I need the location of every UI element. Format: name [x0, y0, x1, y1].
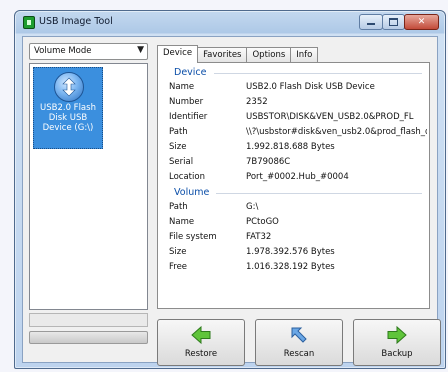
row-label: Identifier — [169, 112, 208, 122]
backup-button[interactable]: Backup — [353, 319, 441, 366]
tab-favorites[interactable]: Favorites — [197, 47, 248, 63]
row-value: USB2.0 Flash Disk USB Device — [246, 82, 375, 92]
device-list-item[interactable]: USB2.0 Flash Disk USB Device (G:\) — [33, 67, 103, 149]
device-list[interactable]: USB2.0 Flash Disk USB Device (G:\) — [29, 63, 148, 310]
mode-select[interactable]: Volume Mode ▼ — [29, 43, 148, 60]
volume-row-name: Name PCtoGO — [169, 217, 427, 229]
tab-device[interactable]: Device — [157, 45, 199, 63]
app-window: USB Image Tool ✕ Volume Mode ▼ USB2.0 Fl… — [14, 10, 446, 369]
restore-button[interactable]: Restore — [157, 319, 245, 366]
row-value: G:\ — [246, 202, 259, 212]
device-group-title: Device — [174, 67, 207, 78]
device-list-item-label: USB2.0 Flash Disk USB Device (G:\) — [40, 103, 96, 133]
row-value: 1.992.818.688 Bytes — [246, 142, 335, 152]
device-tab-panel: Device Name USB2.0 Flash Disk USB Device… — [157, 62, 430, 309]
usb-drive-icon — [54, 72, 84, 102]
row-label: Free — [169, 262, 188, 272]
chevron-down-icon: ▼ — [137, 45, 144, 55]
row-value: PCtoGO — [246, 217, 279, 227]
device-group-divider — [214, 73, 422, 74]
client-area: Volume Mode ▼ USB2.0 Flash Disk USB Devi… — [22, 36, 441, 366]
backup-button-label: Backup — [381, 349, 413, 359]
row-value: \\?\usbstor#disk&ven_usb2.0&prod_flash_d — [246, 127, 427, 137]
usb-image-tool-icon — [23, 16, 35, 29]
window-title: USB Image Tool — [39, 16, 113, 27]
status-bar — [29, 313, 148, 327]
row-value: FAT32 — [246, 232, 272, 242]
close-button[interactable]: ✕ — [404, 14, 439, 30]
device-row-size: Size 1.992.818.688 Bytes — [169, 142, 427, 154]
volume-row-path: Path G:\ — [169, 202, 427, 214]
row-label: Number — [169, 97, 204, 107]
row-value: 1.978.392.576 Bytes — [246, 247, 335, 257]
row-label: Name — [169, 82, 195, 92]
rescan-button-label: Rescan — [283, 349, 315, 359]
volume-row-free: Free 1.016.328.192 Bytes — [169, 262, 427, 274]
volume-group-title: Volume — [174, 187, 210, 198]
minimize-icon — [367, 23, 375, 25]
maximize-button[interactable] — [382, 14, 405, 30]
row-label: Path — [169, 127, 188, 137]
row-value: Port_#0002.Hub_#0004 — [246, 172, 349, 182]
device-row-location: Location Port_#0002.Hub_#0004 — [169, 172, 427, 184]
row-value: USBSTOR\DISK&VEN_USB2.0&PROD_FL — [246, 112, 414, 122]
row-label: File system — [169, 232, 217, 242]
progress-bar — [29, 331, 148, 344]
device-row-number: Number 2352 — [169, 97, 427, 109]
row-label: Size — [169, 247, 187, 257]
volume-group-divider — [216, 193, 422, 194]
volume-row-file-system: File system FAT32 — [169, 232, 427, 244]
minimize-button[interactable] — [359, 14, 383, 30]
green-arrow-left-icon — [191, 325, 211, 345]
row-label: Size — [169, 142, 187, 152]
row-label: Location — [169, 172, 205, 182]
tab-strip: Device Favorites Options Info — [157, 45, 319, 63]
volume-row-size: Size 1.978.392.576 Bytes — [169, 247, 427, 259]
restore-button-label: Restore — [184, 349, 218, 359]
green-arrow-right-icon — [387, 325, 407, 345]
row-value: 1.016.328.192 Bytes — [246, 262, 335, 272]
mode-select-value: Volume Mode — [34, 46, 92, 56]
row-label: Name — [169, 217, 195, 227]
close-icon: ✕ — [417, 17, 426, 27]
tab-options[interactable]: Options — [246, 47, 292, 63]
device-row-identifier: Identifier USBSTOR\DISK&VEN_USB2.0&PROD_… — [169, 112, 427, 124]
tab-info[interactable]: Info — [290, 47, 319, 63]
device-row-path: Path \\?\usbstor#disk&ven_usb2.0&prod_fl… — [169, 127, 427, 139]
device-row-name: Name USB2.0 Flash Disk USB Device — [169, 82, 427, 94]
device-row-serial: Serial 7B79086C — [169, 157, 427, 169]
row-label: Serial — [169, 157, 194, 167]
rescan-button[interactable]: Rescan — [255, 319, 343, 366]
blue-arrow-icon — [291, 327, 307, 343]
row-value: 7B79086C — [246, 157, 291, 167]
row-label: Path — [169, 202, 188, 212]
row-value: 2352 — [246, 97, 268, 107]
maximize-icon — [389, 18, 398, 26]
